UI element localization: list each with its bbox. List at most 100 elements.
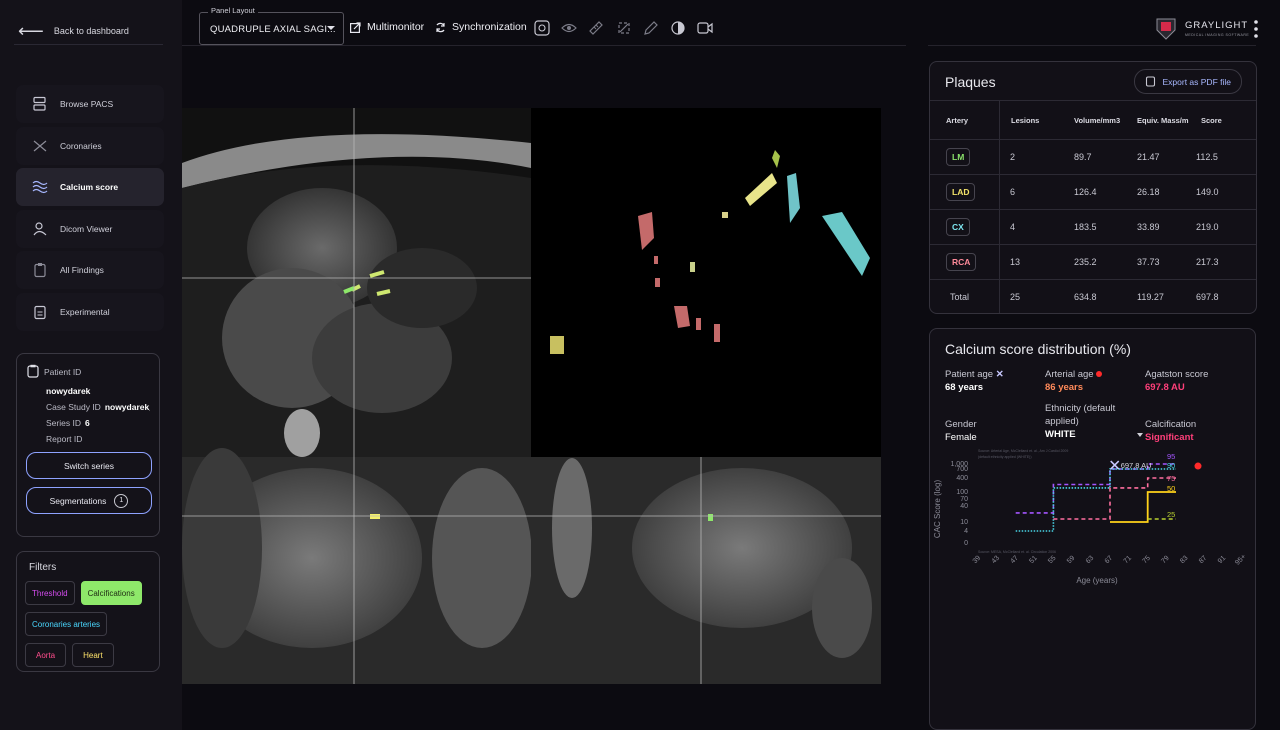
sidebar-item-coronaries[interactable]: Coronaries bbox=[16, 126, 164, 165]
x-tick-label: 59 bbox=[1066, 555, 1077, 566]
table-row[interactable]: LAD 6 126.4 26.18 149.0 bbox=[930, 174, 1256, 209]
volume-cell: 89.7 bbox=[1074, 152, 1092, 162]
panel-layout-legend: Panel Layout bbox=[208, 6, 258, 15]
app-root: ⟵ Back to dashboard Browse PACS Coronari… bbox=[0, 0, 1280, 730]
patient-age-block: Patient age ✕ 68 years bbox=[945, 368, 1004, 394]
pen-icon[interactable] bbox=[643, 20, 659, 36]
ct-quad-viewport[interactable] bbox=[182, 108, 881, 684]
experimental-icon bbox=[32, 304, 48, 320]
sidebar: ⟵ Back to dashboard Browse PACS Coronari… bbox=[0, 0, 182, 730]
calcium-distribution-panel: Calcium score distribution (%) Patient a… bbox=[929, 328, 1256, 730]
x-axis-label: Age (years) bbox=[1076, 576, 1118, 585]
sidebar-item-experimental[interactable]: Experimental bbox=[16, 292, 164, 331]
volume-cell: 126.4 bbox=[1074, 187, 1097, 197]
case-study-label: Case Study ID bbox=[46, 402, 101, 412]
table-row[interactable]: RCA 13 235.2 37.73 217.3 bbox=[930, 244, 1256, 279]
patient-age-value: 68 years bbox=[945, 382, 984, 393]
lesions-cell: 13 bbox=[1010, 257, 1021, 267]
export-pdf-label: Export as PDF file bbox=[1162, 76, 1232, 87]
arterial-age-label: Arterial age bbox=[1045, 369, 1094, 380]
chevron-down-icon bbox=[327, 26, 335, 30]
series-line-90 bbox=[1015, 468, 1176, 532]
ethnicity-select[interactable]: Ethnicity (default applied) WHITE bbox=[1045, 402, 1143, 441]
arterial-age-block: Arterial age 86 years bbox=[1045, 368, 1103, 394]
series-id-label: Series ID bbox=[46, 418, 81, 428]
x-tick-label: 71 bbox=[1123, 555, 1134, 566]
x-tick-label: 91 bbox=[1217, 555, 1228, 566]
x-tick-label: 55 bbox=[1047, 555, 1058, 566]
rotate-icon[interactable] bbox=[616, 20, 632, 36]
y-axis-label: CAC Score (log) bbox=[933, 480, 942, 539]
table-row[interactable]: LM 2 89.7 21.47 112.5 bbox=[930, 139, 1256, 174]
calcification-value: Significant bbox=[1145, 432, 1194, 443]
dicom-icon bbox=[32, 221, 48, 237]
plaques-title: Plaques bbox=[945, 74, 996, 90]
brand-tagline: MEDICAL IMAGING SOFTWARE bbox=[1185, 32, 1250, 37]
x-tick-label: 63 bbox=[1085, 555, 1096, 566]
synchronization-button[interactable]: Synchronization bbox=[435, 21, 527, 33]
patient-card: Patient ID nowydarek Case Study ID nowyd… bbox=[16, 353, 160, 537]
filter-chip-threshold[interactable]: Threshold bbox=[25, 581, 75, 605]
y-tick-label: 70 bbox=[960, 496, 968, 503]
series-label-75: 75 bbox=[1167, 474, 1175, 483]
filter-chip-aorta[interactable]: Aorta bbox=[25, 643, 67, 667]
filter-chip-heart[interactable]: Heart bbox=[72, 643, 114, 667]
segmentations-button[interactable]: Segmentations 1 bbox=[26, 487, 152, 514]
sidebar-item-all-findings[interactable]: All Findings bbox=[16, 251, 164, 290]
sidebar-item-calcium-score[interactable]: Calcium score bbox=[16, 168, 164, 207]
table-row[interactable]: CX 4 183.5 33.89 219.0 bbox=[930, 209, 1256, 244]
cac-distribution-chart: Source: Arterial Age, McClelland et. al.… bbox=[933, 449, 1248, 585]
header-artery: Artery bbox=[946, 115, 969, 125]
header-score: Score bbox=[1201, 115, 1222, 125]
sidebar-item-browse-pacs[interactable]: Browse PACS bbox=[16, 85, 164, 123]
total-volume: 634.8 bbox=[1074, 292, 1097, 302]
arterial-age-marker bbox=[1194, 462, 1202, 470]
back-to-dashboard-link[interactable]: ⟵ Back to dashboard bbox=[18, 22, 129, 40]
lesions-cell: 4 bbox=[1010, 222, 1016, 232]
header-mass: Equiv. Mass/m bbox=[1137, 115, 1189, 125]
artery-badge-rca: RCA bbox=[946, 253, 977, 271]
mass-cell: 21.47 bbox=[1137, 152, 1160, 162]
sync-icon bbox=[436, 22, 445, 32]
header-volume: Volume/mm3 bbox=[1074, 115, 1121, 125]
findings-icon bbox=[32, 262, 48, 278]
x-tick-label: 47 bbox=[1009, 555, 1020, 566]
contrast-icon[interactable] bbox=[670, 20, 686, 36]
filter-chip-calcifications[interactable]: Calcifications bbox=[80, 581, 142, 605]
ethnicity-value: WHITE bbox=[1045, 429, 1076, 440]
multimonitor-button[interactable]: Multimonitor bbox=[350, 21, 424, 33]
ethnicity-label: Ethnicity (default applied) bbox=[1045, 403, 1116, 427]
more-options-icon[interactable] bbox=[1253, 19, 1259, 39]
brand-name: GRAYLIGHT bbox=[1185, 19, 1249, 31]
panel-top-divider bbox=[928, 45, 1256, 46]
pacs-icon bbox=[32, 96, 48, 112]
sidebar-item-label: Coronaries bbox=[60, 140, 102, 151]
mass-cell: 33.89 bbox=[1137, 222, 1160, 232]
video-icon[interactable] bbox=[697, 20, 713, 36]
ruler-icon[interactable] bbox=[588, 20, 604, 36]
x-tick-label: 43 bbox=[991, 555, 1002, 566]
x-tick-label: 39 bbox=[972, 555, 983, 566]
switch-series-button[interactable]: Switch series bbox=[26, 452, 152, 479]
clipboard-icon bbox=[26, 364, 40, 380]
segmentations-count-badge: 1 bbox=[114, 493, 129, 508]
case-study-value: nowydarek_a... bbox=[104, 402, 150, 412]
artery-badge-lad: LAD bbox=[946, 183, 976, 201]
filter-chip-coronaries-arteries[interactable]: Coronaries arteries bbox=[25, 612, 108, 636]
volume-cell: 183.5 bbox=[1074, 222, 1097, 232]
ct-scan-image[interactable] bbox=[182, 108, 881, 684]
eye-icon[interactable] bbox=[561, 20, 577, 36]
crosshair-icon[interactable] bbox=[534, 20, 550, 36]
score-cell: 112.5 bbox=[1196, 152, 1218, 162]
series-id-value: 6 bbox=[84, 418, 90, 428]
export-pdf-button[interactable]: Export as PDF file bbox=[1133, 69, 1242, 94]
sidebar-item-dicom-viewer[interactable]: Dicom Viewer bbox=[16, 209, 164, 248]
sidebar-item-label: All Findings bbox=[60, 265, 104, 276]
agatston-block: Agatston score 697.8 AU bbox=[1145, 368, 1208, 394]
panel-layout-select[interactable]: Panel Layout QUADRUPLE AXIAL SAGI... bbox=[199, 6, 344, 45]
patient-id-value: nowydarek bbox=[46, 386, 91, 396]
sidebar-nav: Browse PACS Coronaries Calcium score Dic… bbox=[16, 85, 164, 335]
series-label-50: 50 bbox=[1167, 484, 1175, 493]
artery-badge-cx: CX bbox=[946, 218, 970, 236]
patient-id-label: Patient ID bbox=[44, 367, 82, 377]
